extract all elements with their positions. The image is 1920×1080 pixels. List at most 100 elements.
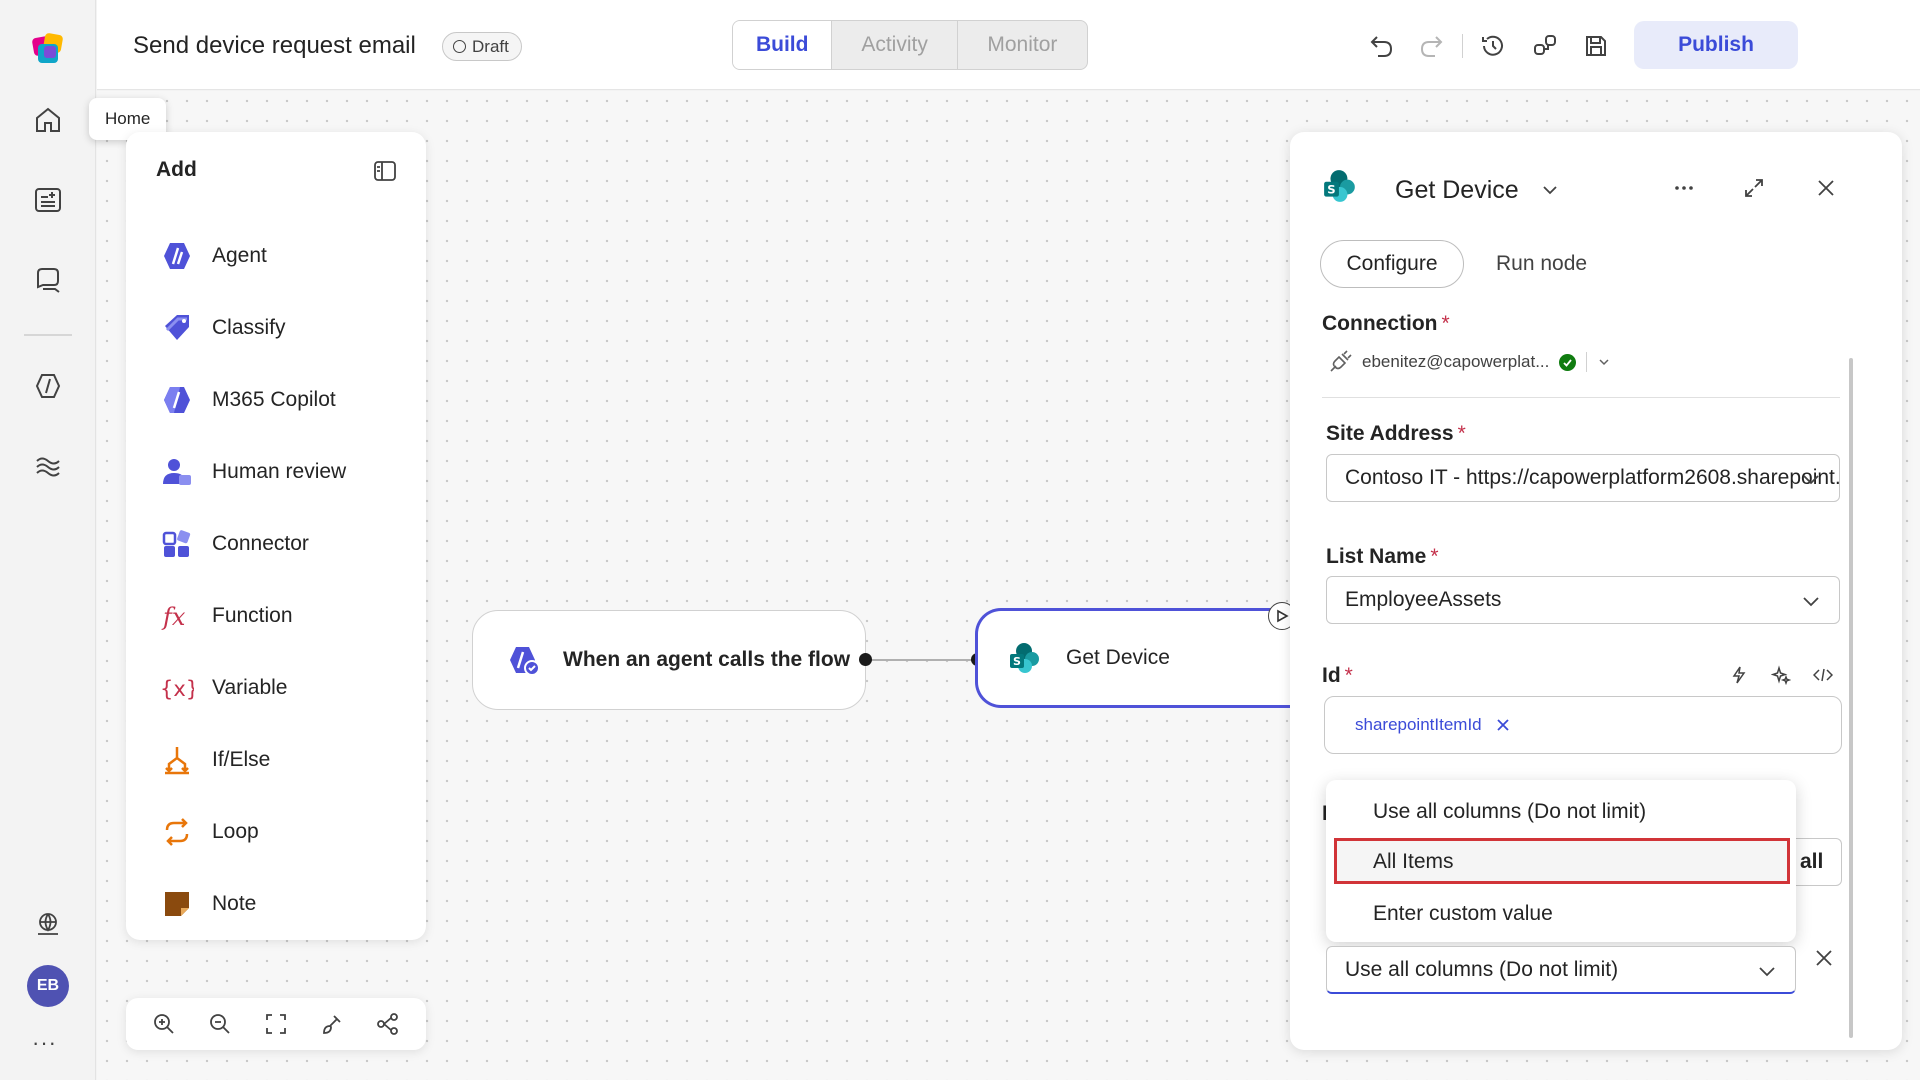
add-item-human-review[interactable]: Human review	[160, 448, 400, 496]
required-mark: *	[1344, 664, 1353, 687]
id-token: sharepointItemId	[1355, 715, 1482, 734]
history-icon[interactable]	[1475, 28, 1511, 64]
dropdown-option-all-items[interactable]: All Items	[1326, 840, 1796, 884]
columns-dropdown-menu: Use all columns (Do not limit) All Items…	[1326, 780, 1796, 942]
site-address-select[interactable]: Contoso IT - https://capowerplatform2608…	[1326, 454, 1840, 502]
clean-up-icon[interactable]	[314, 1006, 350, 1042]
remove-token-icon[interactable]	[1496, 718, 1510, 732]
tab-monitor[interactable]: Monitor	[958, 21, 1087, 69]
trigger-node-label: When an agent calls the flow	[563, 648, 851, 671]
create-icon[interactable]	[24, 176, 72, 224]
agent-trigger-icon	[507, 643, 541, 677]
flows-icon[interactable]	[24, 442, 72, 490]
connector-icon	[160, 527, 194, 561]
m365-copilot-icon	[160, 383, 194, 417]
chat-icon[interactable]	[24, 256, 72, 304]
fit-view-icon[interactable]	[258, 1006, 294, 1042]
dropdown-option-use-all-columns[interactable]: Use all columns (Do not limit)	[1326, 790, 1796, 834]
save-icon[interactable]	[1578, 28, 1614, 64]
publish-button[interactable]: Publish	[1634, 21, 1798, 69]
trigger-node[interactable]: When an agent calls the flow	[472, 610, 866, 710]
chevron-down-icon	[1801, 591, 1821, 617]
app-logo-icon[interactable]	[24, 24, 72, 72]
tab-activity[interactable]: Activity	[832, 21, 958, 69]
add-item-label: Variable	[212, 676, 288, 699]
add-item-label: Human review	[212, 460, 347, 483]
list-name-select[interactable]: EmployeeAssets	[1326, 576, 1840, 624]
zoom-in-icon[interactable]	[146, 1006, 182, 1042]
required-mark: *	[1430, 545, 1439, 568]
tab-configure[interactable]: Configure	[1320, 240, 1464, 288]
output-handle[interactable]	[859, 653, 872, 666]
site-address-label: Site Address *	[1326, 422, 1466, 446]
add-item-variable[interactable]: {x} Variable	[160, 664, 400, 712]
agent-icon	[160, 239, 194, 273]
tab-run-node[interactable]: Run node	[1496, 252, 1587, 276]
sharepoint-icon: S	[1322, 168, 1358, 209]
redo-icon[interactable]	[1413, 28, 1449, 64]
code-view-icon[interactable]	[1808, 660, 1838, 690]
svg-text:{x}: {x}	[160, 677, 194, 701]
flow-title: Send device request email	[133, 32, 416, 59]
flow-checker-icon[interactable]	[1527, 28, 1563, 64]
environment-icon[interactable]	[24, 900, 72, 948]
get-device-node[interactable]: S Get Device	[975, 608, 1315, 708]
add-item-label: Classify	[212, 316, 286, 339]
more-options-icon[interactable]	[1666, 170, 1702, 206]
add-item-label: Loop	[212, 820, 259, 843]
loop-icon	[160, 815, 194, 849]
add-item-note[interactable]: Note	[160, 880, 400, 928]
variable-icon: {x}	[160, 671, 194, 705]
chevron-down-icon	[1757, 961, 1777, 987]
classify-icon	[160, 311, 194, 345]
list-name-value: EmployeeAssets	[1345, 588, 1502, 611]
agents-icon[interactable]	[24, 362, 72, 410]
human-review-icon	[160, 455, 194, 489]
close-icon[interactable]	[1808, 170, 1844, 206]
user-avatar[interactable]: EB	[27, 965, 69, 1007]
svg-text:fx: fx	[161, 603, 186, 631]
plug-icon	[1328, 350, 1352, 374]
draft-badge: Draft	[442, 32, 522, 61]
minimap-icon[interactable]	[370, 1006, 406, 1042]
clear-field-icon[interactable]	[1806, 940, 1842, 976]
add-item-m365-copilot[interactable]: M365 Copilot	[160, 376, 400, 424]
note-icon	[160, 887, 194, 921]
tab-build[interactable]: Build	[733, 21, 833, 69]
undo-icon[interactable]	[1364, 28, 1400, 64]
add-item-function[interactable]: fx Function	[160, 592, 400, 640]
dynamic-content-icon[interactable]	[1724, 660, 1754, 690]
collapse-panel-icon[interactable]	[370, 156, 400, 186]
list-name-label-text: List Name	[1326, 545, 1427, 568]
svg-text:S: S	[1327, 182, 1335, 196]
copilot-sparkle-icon[interactable]	[1766, 660, 1796, 690]
zoom-out-icon[interactable]	[202, 1006, 238, 1042]
home-icon[interactable]	[24, 96, 72, 144]
panel-scrollbar[interactable]	[1849, 358, 1853, 1038]
canvas-controls	[126, 998, 426, 1050]
id-label-text: Id	[1322, 664, 1341, 687]
add-item-loop[interactable]: Loop	[160, 808, 400, 856]
list-name-label: List Name *	[1326, 545, 1439, 569]
if-else-icon	[160, 743, 194, 777]
add-item-classify[interactable]: Classify	[160, 304, 400, 352]
sharepoint-icon: S	[1008, 641, 1042, 675]
required-mark: *	[1441, 312, 1450, 335]
add-item-label: Note	[212, 892, 257, 915]
add-item-if-else[interactable]: If/Else	[160, 736, 400, 784]
expand-icon[interactable]	[1736, 170, 1772, 206]
get-device-node-label: Get Device	[1066, 646, 1170, 669]
add-item-label: Agent	[212, 244, 267, 267]
connection-selector[interactable]: ebenitez@capowerplat...	[1328, 350, 1611, 374]
add-item-connector[interactable]: Connector	[160, 520, 400, 568]
id-input[interactable]: sharepointItemId	[1324, 696, 1842, 754]
svg-text:S: S	[1013, 655, 1021, 668]
divider	[1322, 397, 1840, 398]
left-rail: EB ···	[0, 0, 96, 1080]
chevron-down-icon[interactable]	[1532, 172, 1568, 208]
dropdown-option-enter-custom-value[interactable]: Enter custom value	[1326, 892, 1796, 936]
rail-more-icon[interactable]: ···	[32, 1030, 57, 1056]
limit-columns-select[interactable]: Use all columns (Do not limit)	[1326, 946, 1796, 994]
chevron-down-icon[interactable]	[1597, 355, 1611, 369]
add-item-agent[interactable]: Agent	[160, 232, 400, 280]
